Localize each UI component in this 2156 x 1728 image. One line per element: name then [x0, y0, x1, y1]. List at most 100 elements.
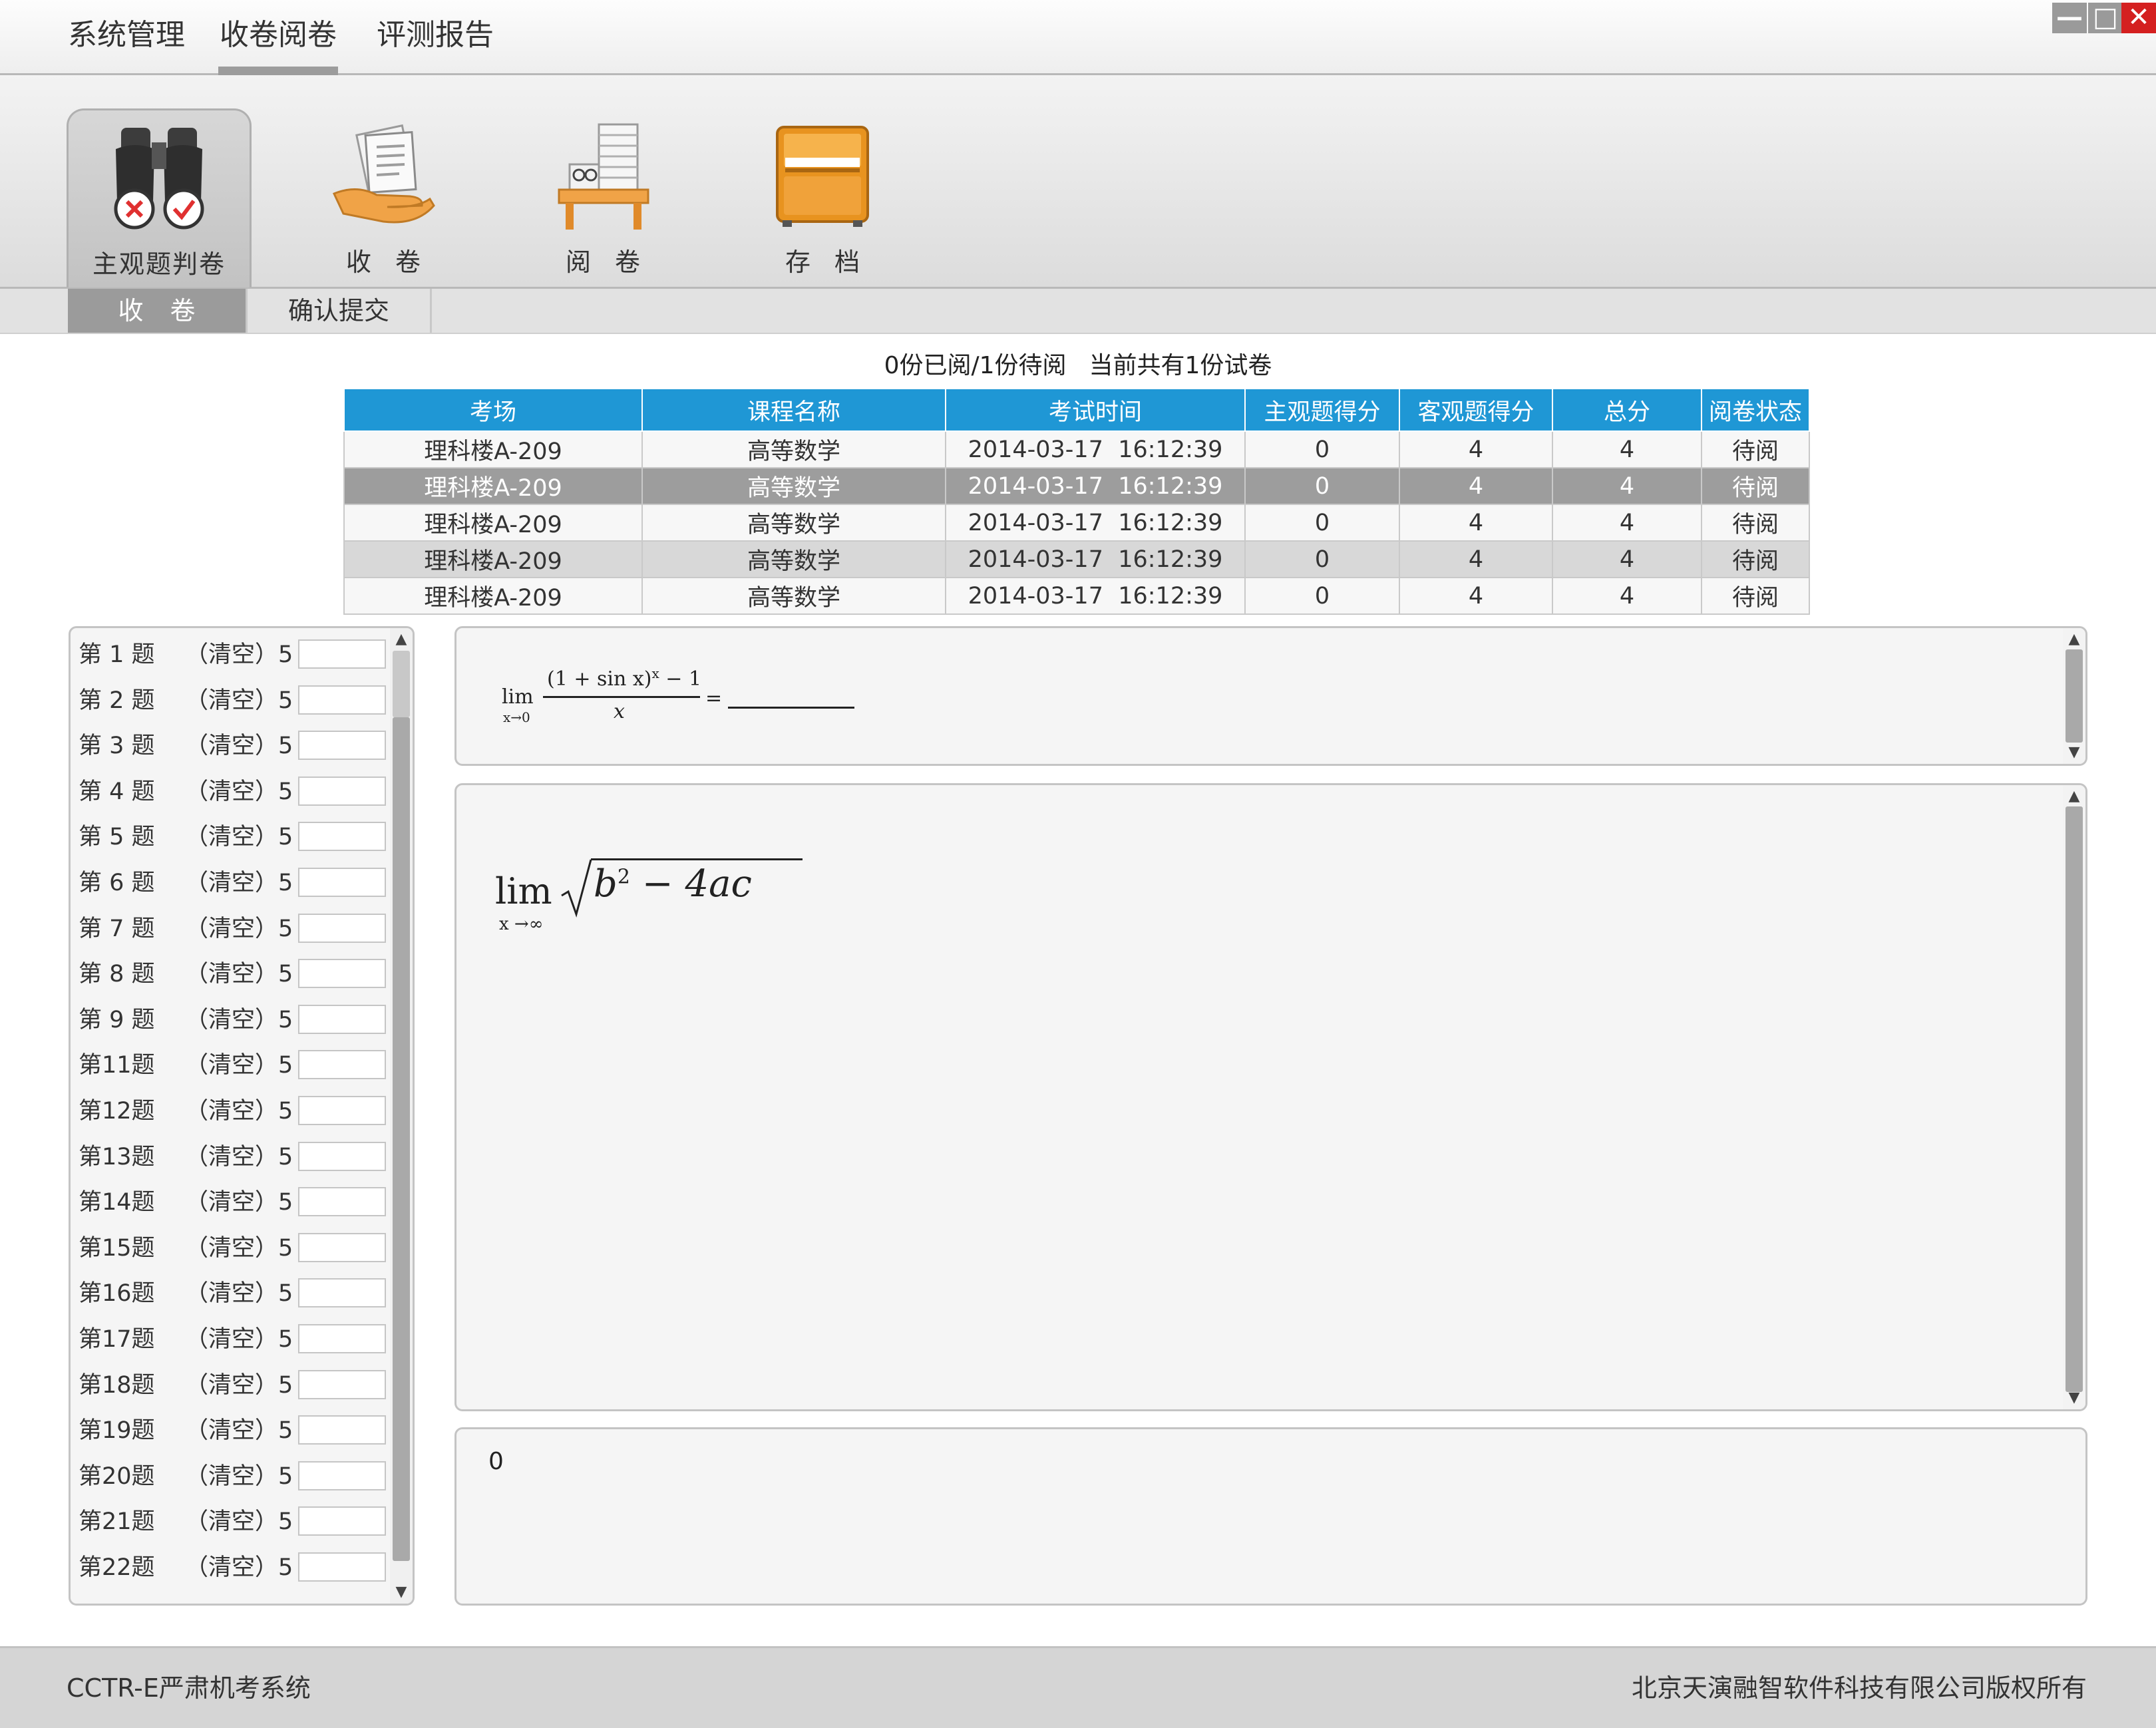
question-list-scrollbar[interactable]: ▲ ▼	[390, 628, 413, 1604]
col-exam-room[interactable]: 考场	[343, 388, 643, 432]
clear-link[interactable]: （清空）	[185, 733, 278, 759]
col-total[interactable]: 总分	[1552, 388, 1702, 432]
tool-archive[interactable]: 存档	[732, 108, 913, 285]
tab-confirm-submit[interactable]: 确认提交	[248, 289, 432, 333]
scroll-thumb[interactable]	[2066, 649, 2083, 743]
clear-link[interactable]: （清空）	[185, 1372, 278, 1399]
question-row: 第12题 （清空）5	[79, 1094, 386, 1128]
table-row[interactable]: 理科楼A-209 高等数学 2014-03-17 16:12:39 0 4 4 …	[343, 504, 1810, 542]
table-row-selected[interactable]: 理科楼A-209 高等数学 2014-03-17 16:12:39 0 4 4 …	[343, 467, 1810, 505]
score-input[interactable]	[298, 1004, 386, 1034]
tool-subjective-grading[interactable]: 主观题判卷	[67, 108, 252, 287]
score-input[interactable]	[298, 1096, 386, 1125]
scroll-up-icon[interactable]: ▲	[2063, 786, 2085, 806]
question-equals: =	[705, 687, 723, 710]
clear-link[interactable]: （清空）	[185, 870, 278, 896]
score-input[interactable]	[298, 685, 386, 715]
menu-collect-grade[interactable]: 收卷阅卷	[218, 0, 338, 76]
clear-link[interactable]: （清空）	[185, 1280, 278, 1307]
scroll-down-icon[interactable]: ▼	[2063, 743, 2085, 763]
col-grading-status[interactable]: 阅卷状态	[1701, 388, 1810, 432]
close-button[interactable]: ✕	[2121, 3, 2156, 33]
col-subjective-score[interactable]: 主观题得分	[1244, 388, 1400, 432]
question-max-score: 5	[278, 1554, 293, 1581]
clear-link[interactable]: （清空）	[185, 1417, 278, 1444]
score-input[interactable]	[298, 1506, 386, 1536]
scroll-thumb[interactable]	[2066, 806, 2083, 1392]
tool-collect[interactable]: 收卷	[293, 108, 474, 285]
scroll-thumb[interactable]	[393, 717, 410, 1561]
tab-collect[interactable]: 收卷	[68, 289, 248, 333]
clear-link[interactable]: （清空）	[185, 1007, 278, 1033]
maximize-button[interactable]: □	[2088, 3, 2123, 33]
question-pane-scrollbar[interactable]: ▲ ▼	[2063, 628, 2085, 764]
clear-link[interactable]: （清空）	[185, 687, 278, 714]
cell-total: 4	[1552, 431, 1702, 468]
tool-label: 阅卷	[565, 248, 664, 277]
score-input[interactable]	[298, 868, 386, 897]
minimize-button[interactable]: —	[2052, 3, 2087, 33]
clear-link[interactable]: （清空）	[185, 1189, 278, 1216]
clear-link[interactable]: （清空）	[185, 1235, 278, 1262]
tool-label: 收卷	[345, 248, 445, 277]
clear-link[interactable]: （清空）	[185, 824, 278, 850]
score-input[interactable]	[298, 1278, 386, 1308]
cell-status: 待阅	[1701, 540, 1810, 578]
clear-link[interactable]: （清空）	[185, 1463, 278, 1490]
scroll-up-icon[interactable]: ▲	[390, 629, 413, 649]
cell-subjective-score: 0	[1244, 431, 1400, 468]
score-input[interactable]	[298, 822, 386, 852]
clear-link[interactable]: （清空）	[185, 1554, 278, 1581]
col-objective-score[interactable]: 客观题得分	[1399, 388, 1553, 432]
score-input[interactable]	[298, 1461, 386, 1490]
table-row[interactable]: 理科楼A-209 高等数学 2014-03-17 16:12:39 0 4 4 …	[343, 577, 1810, 615]
score-pane[interactable]: 0	[454, 1427, 2087, 1606]
score-input[interactable]	[298, 776, 386, 806]
col-course[interactable]: 课程名称	[641, 388, 946, 432]
score-input[interactable]	[298, 1552, 386, 1582]
table-row[interactable]: 理科楼A-209 高等数学 2014-03-17 16:12:39 0 4 4 …	[343, 431, 1810, 468]
score-input[interactable]	[298, 1050, 386, 1080]
clear-link[interactable]: （清空）	[185, 778, 278, 805]
question-max-score: 5	[278, 961, 293, 988]
score-input[interactable]	[298, 1324, 386, 1353]
question-label: 第 6 题	[79, 870, 155, 896]
answer-pane-scrollbar[interactable]: ▲ ▼	[2063, 785, 2085, 1409]
score-input[interactable]	[298, 1187, 386, 1217]
col-exam-time[interactable]: 考试时间	[945, 388, 1246, 432]
question-row: 第20题 （清空）5	[79, 1459, 386, 1494]
scroll-down-icon[interactable]: ▼	[390, 1582, 413, 1602]
clear-link[interactable]: （清空）	[185, 641, 278, 668]
scroll-down-icon[interactable]: ▼	[2063, 1388, 2085, 1408]
clear-link[interactable]: （清空）	[185, 1052, 278, 1079]
clear-link[interactable]: （清空）	[185, 1144, 278, 1170]
menu-report[interactable]: 评测报告	[377, 0, 494, 73]
score-input[interactable]	[298, 1369, 386, 1399]
question-label: 第13题	[79, 1143, 155, 1170]
question-label: 第12题	[79, 1098, 155, 1124]
clear-link[interactable]: （清空）	[185, 1326, 278, 1353]
question-row: 第18题 （清空）5	[79, 1368, 386, 1403]
answer-radicand: b2 − 4ac	[594, 862, 752, 906]
question-label: 第16题	[79, 1280, 155, 1307]
score-input[interactable]	[298, 1415, 386, 1445]
question-row: 第 2 题 （清空）5	[79, 683, 386, 718]
clear-link[interactable]: （清空）	[185, 961, 278, 987]
question-max-score: 5	[278, 733, 293, 760]
cell-subjective-score: 0	[1244, 504, 1400, 542]
table-row[interactable]: 理科楼A-209 高等数学 2014-03-17 16:12:39 0 4 4 …	[343, 540, 1810, 578]
score-input[interactable]	[298, 731, 386, 761]
question-row: 第 9 题 （清空）5	[79, 1003, 386, 1037]
tool-grade[interactable]: 阅卷	[512, 108, 693, 285]
clear-link[interactable]: （清空）	[185, 1098, 278, 1124]
scroll-up-icon[interactable]: ▲	[2063, 629, 2085, 649]
menu-system-management[interactable]: 系统管理	[68, 0, 185, 73]
score-input[interactable]	[298, 913, 386, 943]
question-max-score: 5	[278, 1143, 293, 1170]
clear-link[interactable]: （清空）	[185, 916, 278, 942]
score-input[interactable]	[298, 959, 386, 989]
score-input[interactable]	[298, 1232, 386, 1262]
clear-link[interactable]: （清空）	[185, 1508, 278, 1535]
score-input[interactable]	[298, 639, 386, 669]
score-input[interactable]	[298, 1141, 386, 1171]
